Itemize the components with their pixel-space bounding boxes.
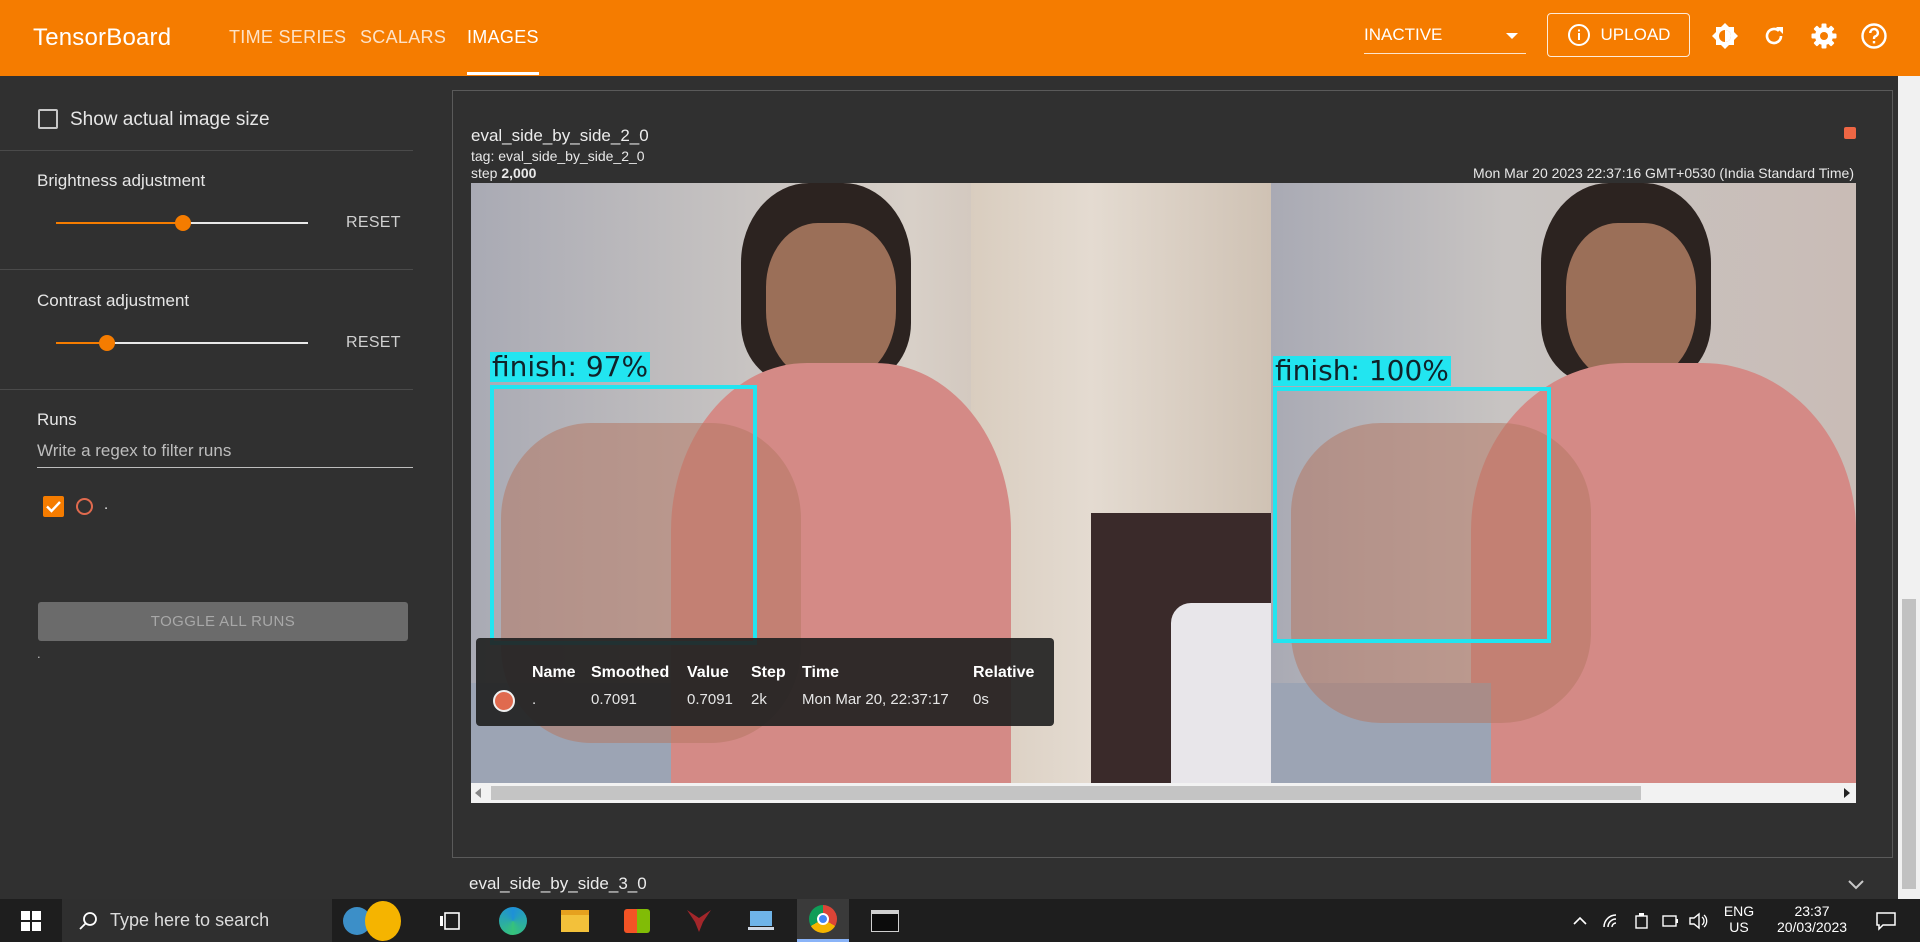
show-actual-size-label: Show actual image size: [70, 109, 270, 130]
contrast-slider-thumb[interactable]: [99, 335, 115, 351]
image-card: eval_side_by_side_2_0 tag: eval_side_by_…: [452, 90, 1893, 858]
show-actual-size-checkbox[interactable]: [38, 109, 58, 129]
taskbar-clock[interactable]: 23:37 20/03/2023: [1762, 903, 1862, 935]
card-title: eval_side_by_side_2_0: [471, 126, 649, 145]
card-tag: tag: eval_side_by_side_2_0: [471, 148, 645, 164]
power-plug-icon[interactable]: [1656, 899, 1684, 942]
reload-icon[interactable]: [1758, 20, 1790, 52]
notification-center-icon[interactable]: [1866, 899, 1906, 942]
predator-sense-icon[interactable]: [673, 899, 725, 942]
scrollbar-thumb[interactable]: [1902, 599, 1916, 889]
windows-taskbar: Type here to search ENG US 23:37 20/03/2…: [0, 899, 1920, 942]
search-placeholder: Type here to search: [110, 910, 270, 930]
language-code: ENG: [1723, 903, 1755, 919]
detection-box: [490, 385, 757, 645]
tooltip-smoothed: 0.7091: [591, 691, 637, 708]
reload-status-select[interactable]: INACTIVE: [1364, 22, 1526, 54]
brightness-reset-button[interactable]: RESET: [346, 214, 401, 232]
terminal-icon[interactable]: [859, 899, 911, 942]
windows-start-icon[interactable]: [5, 899, 57, 942]
page-vertical-scrollbar[interactable]: [1898, 76, 1920, 899]
divider: [0, 150, 413, 151]
pin-icon[interactable]: [1844, 127, 1856, 139]
tab-images[interactable]: IMAGES: [467, 27, 539, 75]
brightness-label: Brightness adjustment: [37, 171, 206, 190]
groundtruth-box: [1273, 387, 1551, 643]
tooltip-header-name: Name: [532, 664, 576, 681]
desktop-app-icon[interactable]: [735, 899, 787, 942]
clock-date: 20/03/2023: [1776, 919, 1848, 935]
toggle-all-runs-button[interactable]: TOGGLE ALL RUNS: [38, 602, 408, 641]
contrast-reset-button[interactable]: RESET: [346, 334, 401, 352]
tooltip-header-step: Step: [751, 664, 786, 681]
input-language[interactable]: ENG US: [1718, 903, 1760, 935]
brightness-slider-fill: [56, 222, 183, 224]
tray-overflow-chevron-icon[interactable]: [1568, 899, 1592, 942]
brightness-slider-thumb[interactable]: [175, 215, 191, 231]
card-timestamp: Mon Mar 20 2023 22:37:16 GMT+0530 (India…: [1473, 165, 1854, 181]
file-explorer-icon[interactable]: [549, 899, 601, 942]
clock-time: 23:37: [1794, 903, 1830, 919]
expand-chevron-icon[interactable]: [1847, 878, 1865, 896]
search-icon: [79, 912, 97, 930]
tab-time-series[interactable]: TIME SERIES: [229, 27, 346, 48]
reload-status-value: INACTIVE: [1364, 25, 1443, 44]
detection-label: finish: 97%: [490, 350, 651, 383]
image-panel-groundtruth: finish: 100%: [1271, 183, 1856, 783]
network-icon[interactable]: [1598, 899, 1626, 942]
tooltip-relative: 0s: [973, 691, 989, 708]
images-dashboard: eval_side_by_side_2_0 tag: eval_side_by_…: [452, 76, 1893, 899]
run-checkbox[interactable]: [43, 496, 64, 517]
upload-label: UPLOAD: [1600, 25, 1671, 44]
run-name: .: [104, 496, 109, 513]
app-brand[interactable]: TensorBoard: [33, 24, 171, 52]
tab-scalars[interactable]: SCALARS: [360, 27, 446, 48]
tooltip-time: Mon Mar 20, 22:37:17: [802, 691, 949, 708]
top-app-bar: TensorBoard TIME SERIES SCALARS IMAGES I…: [0, 0, 1920, 76]
settings-sidebar: Show actual image size Brightness adjust…: [0, 76, 452, 899]
edge-browser-icon[interactable]: [487, 899, 539, 942]
tooltip-value: 0.7091: [687, 691, 733, 708]
tooltip-header-value: Value: [687, 664, 729, 681]
upload-button[interactable]: UPLOAD: [1547, 13, 1690, 57]
info-icon: [1567, 24, 1590, 46]
contrast-label: Contrast adjustment: [37, 291, 190, 310]
divider: [0, 269, 413, 270]
tooltip-step: 2k: [751, 691, 767, 708]
groundtruth-label: finish: 100%: [1273, 354, 1451, 387]
region-code: US: [1729, 919, 1749, 935]
step-value: 2,000: [501, 165, 537, 181]
tooltip-name: .: [532, 691, 537, 708]
weather-widget-icon[interactable]: [322, 899, 422, 942]
tooltip-header-relative: Relative: [973, 664, 1035, 681]
card-step: step 2,000: [471, 165, 536, 181]
taskbar-search-input[interactable]: Type here to search: [62, 899, 332, 942]
scrollbar-thumb[interactable]: [491, 786, 1641, 800]
divider: [0, 389, 413, 390]
battery-icon[interactable]: [1628, 899, 1656, 942]
runs-filter-input[interactable]: Write a regex to filter runs: [37, 438, 413, 468]
scroll-right-arrow-icon[interactable]: [1844, 788, 1850, 798]
run-color-swatch[interactable]: [76, 498, 93, 515]
dropdown-caret-icon: [1506, 33, 1518, 39]
help-icon[interactable]: [1858, 20, 1890, 52]
tooltip-header-time: Time: [802, 664, 840, 681]
runs-footer: .: [37, 646, 41, 661]
tooltip-header-smoothed: Smoothed: [591, 664, 670, 681]
scalar-tooltip: Name Smoothed Value Step Time Relative .…: [476, 638, 1054, 726]
scroll-left-arrow-icon[interactable]: [475, 788, 481, 798]
store-icon[interactable]: [611, 899, 663, 942]
step-prefix: step: [471, 165, 498, 181]
checkmark-icon: [46, 501, 61, 513]
chrome-browser-icon[interactable]: [797, 899, 849, 942]
next-card-title[interactable]: eval_side_by_side_3_0: [469, 874, 647, 894]
image-horizontal-scrollbar[interactable]: [471, 783, 1856, 803]
run-color-dot: [493, 690, 515, 712]
volume-icon[interactable]: [1684, 899, 1712, 942]
dark-mode-toggle-icon[interactable]: [1709, 20, 1741, 52]
task-view-icon[interactable]: [424, 899, 476, 942]
runs-title: Runs: [37, 410, 77, 429]
settings-gear-icon[interactable]: [1808, 20, 1840, 52]
